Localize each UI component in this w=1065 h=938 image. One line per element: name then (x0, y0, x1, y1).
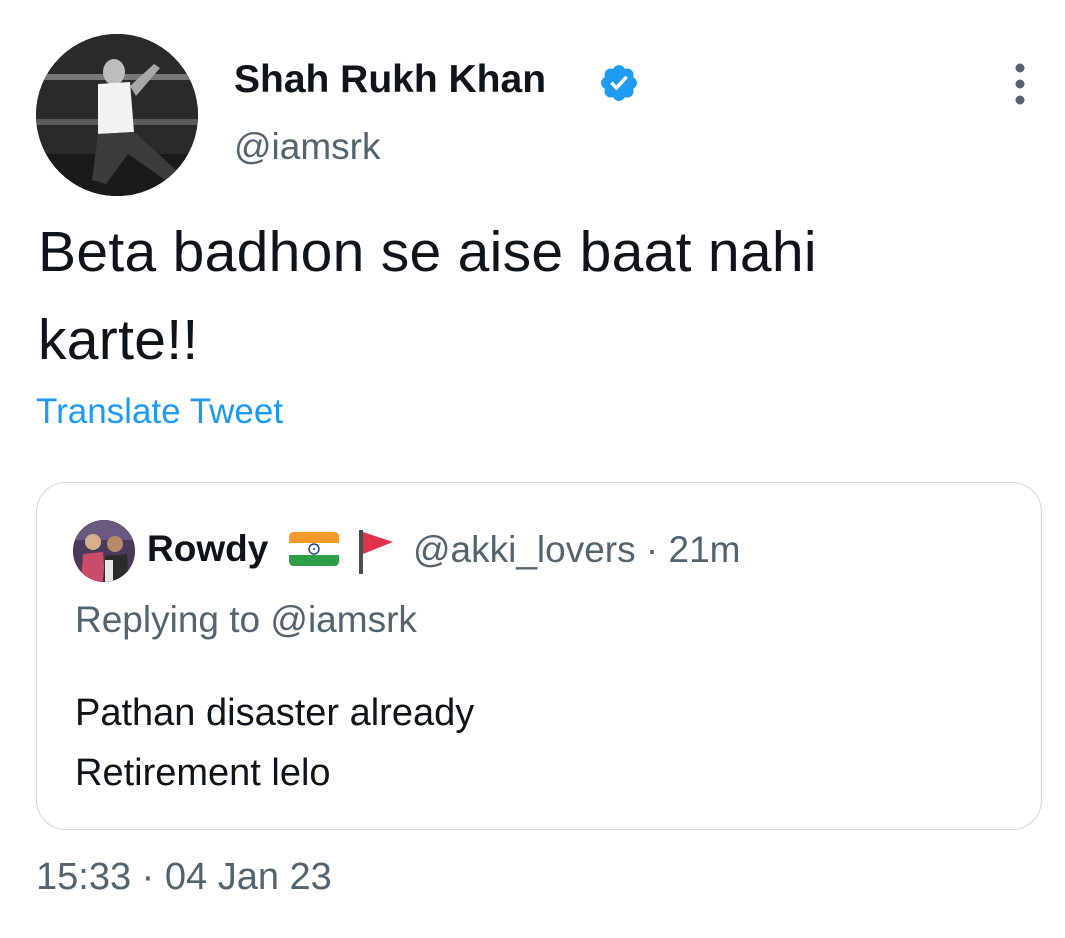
quoted-author-avatar[interactable] (73, 520, 135, 582)
author-display-name[interactable]: Shah Rukh Khan (234, 58, 546, 102)
quoted-author-display-name[interactable]: Rowdy (147, 528, 268, 570)
red-flag-icon (359, 530, 393, 574)
replying-to-label: Replying to @iamsrk (75, 599, 417, 640)
quoted-tweet-card[interactable]: Rowdy @akki_lovers · 21m Replying to @ia… (36, 482, 1042, 830)
tweet-text: Beta badhon se aise baat nahi karte!! (38, 220, 817, 372)
quoted-tweet-text: Pathan disaster already Retirement lelo (75, 692, 475, 794)
flag-india-icon (289, 532, 339, 566)
quoted-author-handle-time[interactable]: @akki_lovers · 21m (413, 529, 741, 571)
more-options-icon[interactable] (1006, 62, 1034, 106)
translate-tweet-link[interactable]: Translate Tweet (36, 392, 283, 432)
author-avatar[interactable] (36, 34, 198, 196)
author-handle[interactable]: @iamsrk (234, 126, 381, 168)
verified-badge-icon (601, 65, 637, 101)
tweet-timestamp[interactable]: 15:33 · 04 Jan 23 (36, 856, 332, 899)
